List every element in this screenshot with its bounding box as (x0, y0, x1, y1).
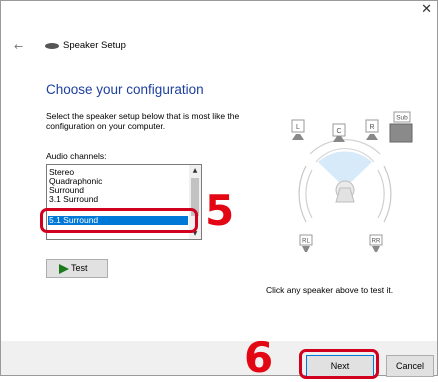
step-6-label: 6 (244, 333, 274, 382)
window-title: Speaker Setup (63, 40, 126, 51)
speaker-label-l: L (296, 124, 300, 131)
page-heading: Choose your configuration (46, 82, 204, 97)
speaker-label-rl: RL (302, 239, 310, 245)
speaker-rear-left[interactable]: RL (299, 234, 313, 252)
play-icon (59, 264, 69, 274)
close-icon[interactable]: ✕ (421, 2, 432, 17)
test-hint-text: Click any speaker above to test it. (266, 285, 394, 295)
speaker-label-rr: RR (372, 239, 381, 245)
speaker-label-r: R (369, 124, 374, 131)
highlight-box-step-6 (299, 349, 379, 379)
test-button[interactable]: Test (46, 259, 108, 278)
back-arrow-icon[interactable]: ← (14, 40, 23, 53)
speaker-subwoofer[interactable]: Sub (389, 111, 413, 143)
speaker-label-sub: Sub (396, 115, 408, 122)
speaker-rear-right[interactable]: RR (369, 234, 383, 252)
scroll-up-icon[interactable]: ▲ (189, 167, 201, 174)
step-5-label: 5 (205, 186, 235, 235)
speaker-layout-diagram: L C R Sub RL RR (291, 111, 413, 252)
highlight-box-step-5 (40, 208, 198, 233)
speaker-front-left[interactable]: L (291, 119, 305, 140)
test-button-label: Test (71, 263, 88, 273)
channel-option-3-1-surround[interactable]: 3.1 Surround (49, 195, 98, 204)
speaker-label-c: C (336, 128, 341, 135)
audio-channels-label: Audio channels: (46, 151, 107, 161)
speaker-icon (45, 43, 59, 49)
description-text: Select the speaker setup below that is m… (46, 111, 240, 131)
cancel-button[interactable]: Cancel (386, 355, 434, 377)
speaker-front-right[interactable]: R (365, 119, 379, 140)
